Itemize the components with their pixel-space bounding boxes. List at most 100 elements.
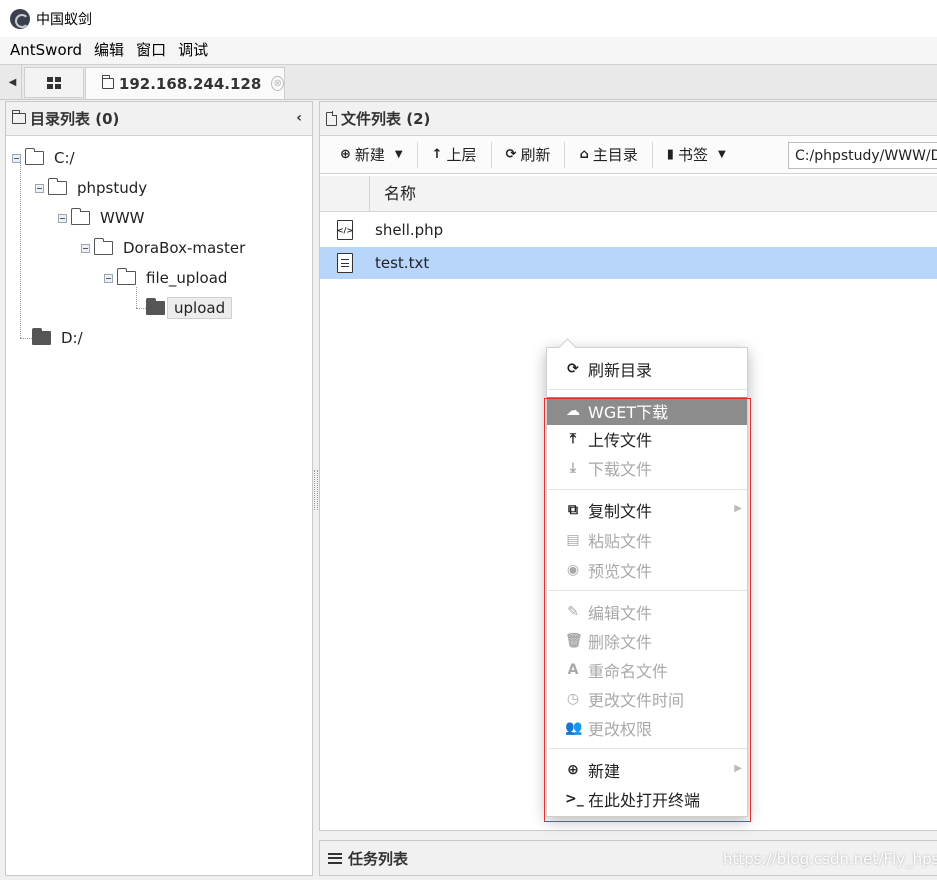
caret-down-icon: ▼ bbox=[717, 149, 726, 160]
file-name: test.txt bbox=[375, 254, 430, 272]
collapse-panel-icon[interactable]: ‹ bbox=[296, 110, 302, 126]
folder-icon bbox=[11, 110, 26, 124]
upload-icon: ⤒ bbox=[569, 431, 577, 447]
paste-icon: ▤ bbox=[566, 532, 580, 548]
tree-node-label: file_upload bbox=[146, 269, 228, 287]
directory-panel-title: 目录列表 (0) bbox=[30, 110, 120, 128]
tab-shell-session[interactable]: 192.168.244.128 ⊗ bbox=[85, 67, 285, 99]
up-level-button[interactable]: ↑ 上层 bbox=[424, 142, 485, 168]
task-list-title: 任务列表 bbox=[348, 849, 409, 868]
icon-column-header bbox=[320, 176, 370, 212]
file-icon bbox=[326, 111, 338, 126]
menu-edit[interactable]: 编辑 bbox=[88, 37, 130, 64]
new-button[interactable]: ⊕ 新建 ▼ bbox=[332, 142, 411, 168]
directory-panel: 目录列表 (0) ‹ C:/ phpstudy WWW DoraBox-mast… bbox=[5, 101, 313, 876]
menu-item-paste-file: ▤ 粘贴文件 bbox=[547, 526, 747, 554]
tree-node-file-upload[interactable]: file_upload bbox=[104, 267, 227, 289]
tab-home[interactable] bbox=[24, 67, 84, 98]
tree-node-upload[interactable]: upload bbox=[145, 297, 233, 319]
font-icon: A bbox=[567, 662, 579, 678]
menu-item-label: 删除文件 bbox=[588, 633, 653, 652]
caret-down-icon: ▼ bbox=[394, 149, 403, 160]
menu-item-label: 预览文件 bbox=[588, 562, 653, 581]
tab-close-icon[interactable]: ⊗ bbox=[271, 76, 284, 91]
tree-node-www[interactable]: WWW bbox=[58, 207, 145, 229]
up-level-label: 上层 bbox=[446, 146, 477, 164]
path-input[interactable] bbox=[788, 142, 937, 169]
menu-item-rename-file: A 重命名文件 bbox=[547, 656, 747, 684]
tree-node-d-drive[interactable]: D:/ bbox=[31, 327, 83, 349]
bookmark-button[interactable]: ▮ 书签 ▼ bbox=[659, 142, 734, 168]
bookmark-label: 书签 bbox=[677, 146, 708, 164]
menu-bar: AntSword 编辑 窗口 调试 bbox=[0, 37, 937, 64]
tree-node-c-drive[interactable]: C:/ bbox=[12, 147, 75, 169]
tree-connector bbox=[20, 162, 21, 338]
menu-antsword[interactable]: AntSword bbox=[4, 37, 88, 64]
menu-item-copy-file[interactable]: ⧉ 复制文件 ▶ bbox=[547, 496, 747, 524]
menu-debug[interactable]: 调试 bbox=[172, 37, 214, 64]
collapse-toggle-icon[interactable] bbox=[35, 183, 44, 193]
folder-icon bbox=[116, 268, 136, 285]
tree-node-dorabox-master[interactable]: DoraBox-master bbox=[81, 237, 245, 259]
collapse-toggle-icon[interactable] bbox=[104, 273, 113, 283]
menu-item-edit-file: ✎ 编辑文件 bbox=[547, 598, 747, 626]
directory-panel-header: 目录列表 (0) ‹ bbox=[6, 102, 312, 136]
tree-node-label: phpstudy bbox=[77, 179, 148, 197]
edit-icon: ✎ bbox=[567, 604, 579, 620]
menu-item-label: 新建 bbox=[588, 762, 621, 781]
tab-scroll-left-button[interactable]: ◀ bbox=[4, 65, 22, 100]
menu-item-open-terminal[interactable]: >_ 在此处打开终端 bbox=[547, 785, 747, 813]
folder-icon bbox=[47, 178, 67, 195]
menu-window[interactable]: 窗口 bbox=[130, 37, 172, 64]
file-row-selected[interactable]: test.txt bbox=[320, 247, 937, 279]
toolbar-divider bbox=[490, 141, 492, 168]
folder-icon bbox=[93, 238, 113, 255]
file-row[interactable]: </> shell.php bbox=[320, 214, 937, 246]
menu-item-label: 编辑文件 bbox=[588, 604, 653, 623]
tree-connector bbox=[136, 308, 146, 309]
folder-filled-icon bbox=[31, 328, 51, 345]
home-directory-button[interactable]: ⌂ 主目录 bbox=[571, 142, 645, 168]
folder-icon bbox=[24, 148, 44, 165]
panel-splitter-handle[interactable] bbox=[314, 470, 318, 510]
menu-item-new[interactable]: ⊕ 新建 ▶ bbox=[547, 756, 747, 784]
watermark: https://blog.csdn.net/Fly_hps bbox=[723, 850, 937, 868]
trash-icon: 🗑 bbox=[565, 633, 583, 649]
file-toolbar: ⊕ 新建 ▼ ↑ 上层 ⟳ 刷新 ⌂ 主目录 ▮ 书签 ▼ bbox=[320, 136, 937, 174]
file-list-panel-header: 文件列表 (2) bbox=[320, 102, 937, 136]
tab-label: 192.168.244.128 bbox=[118, 74, 262, 93]
name-column-header[interactable]: 名称 bbox=[384, 176, 416, 212]
tree-node-phpstudy[interactable]: phpstudy bbox=[35, 177, 147, 199]
clock-icon: ◷ bbox=[566, 691, 580, 707]
plus-circle-icon: ⊕ bbox=[340, 147, 351, 162]
folder-filled-icon bbox=[145, 298, 165, 315]
tree-node-label: D:/ bbox=[61, 329, 83, 347]
menu-item-upload-file[interactable]: ⤒ 上传文件 bbox=[547, 425, 747, 453]
download-icon: ⤓ bbox=[569, 460, 577, 476]
menu-item-label: 复制文件 bbox=[588, 502, 653, 521]
home-icon: ⌂ bbox=[579, 147, 589, 162]
menu-item-label: 刷新目录 bbox=[588, 361, 653, 380]
directory-tree: C:/ phpstudy WWW DoraBox-master file_upl… bbox=[6, 137, 312, 877]
menu-item-refresh-directory[interactable]: ⟳ 刷新目录 bbox=[547, 355, 747, 383]
chevron-right-icon: ▶ bbox=[734, 503, 742, 514]
refresh-button[interactable]: ⟳ 刷新 bbox=[498, 142, 559, 168]
tree-connector bbox=[20, 338, 32, 339]
refresh-label: 刷新 bbox=[520, 146, 551, 164]
collapse-toggle-icon[interactable] bbox=[81, 243, 90, 253]
menu-item-preview-file: ◉ 预览文件 bbox=[547, 556, 747, 584]
collapse-toggle-icon[interactable] bbox=[58, 213, 67, 223]
collapse-toggle-icon[interactable] bbox=[12, 153, 21, 163]
folder-icon bbox=[70, 208, 90, 225]
file-list-panel-title: 文件列表 (2) bbox=[341, 110, 431, 128]
menu-item-change-file-time: ◷ 更改文件时间 bbox=[547, 685, 747, 713]
users-icon: 👥 bbox=[565, 720, 583, 736]
menu-item-label: 在此处打开终端 bbox=[588, 791, 701, 810]
menu-separator bbox=[548, 590, 747, 591]
menu-item-label: WGET下载 bbox=[588, 403, 669, 422]
new-button-label: 新建 bbox=[354, 146, 385, 164]
menu-item-wget-download[interactable]: ☁ WGET下载 bbox=[547, 397, 747, 425]
menu-item-change-permissions: 👥 更改权限 bbox=[547, 714, 747, 742]
antsword-logo-icon bbox=[10, 8, 30, 29]
menu-separator bbox=[548, 389, 747, 390]
